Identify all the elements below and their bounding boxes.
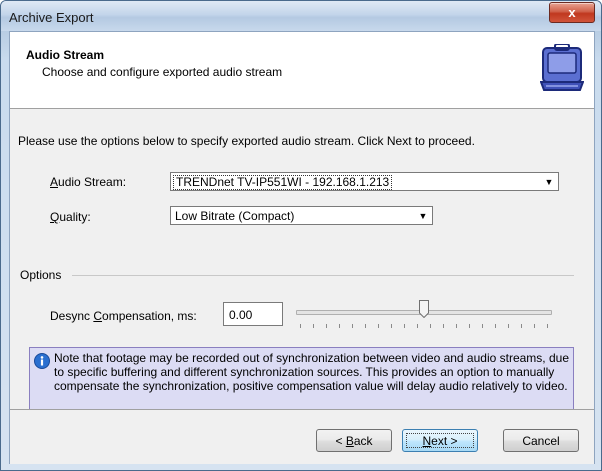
next-label-post: ext > bbox=[431, 433, 458, 448]
audio-stream-mnemonic: A bbox=[50, 175, 59, 189]
audio-stream-value: TRENDnet TV-IP551WI - 192.168.1.213 bbox=[173, 175, 393, 190]
archive-export-window: Archive Export x Audio Stream Choose and… bbox=[0, 0, 602, 471]
quality-value: Low Bitrate (Compact) bbox=[175, 209, 295, 223]
back-mnemonic: B bbox=[345, 433, 354, 448]
desync-mnemonic: C bbox=[93, 309, 103, 323]
back-button[interactable]: < Back bbox=[316, 429, 392, 452]
desync-label-pre: Desync bbox=[50, 309, 94, 323]
back-label-post: ack bbox=[353, 433, 373, 448]
chevron-down-icon[interactable]: ▼ bbox=[543, 174, 555, 189]
wizard-body: Please use the options below to specify … bbox=[10, 109, 594, 417]
desync-label-post: ompensation, ms: bbox=[102, 309, 197, 323]
wizard-footer: < Back Next > Cancel bbox=[10, 409, 594, 464]
audio-stream-label-text: udio Stream: bbox=[58, 175, 127, 189]
back-label-pre: < bbox=[335, 433, 346, 448]
wizard-header: Audio Stream Choose and configure export… bbox=[10, 32, 594, 109]
wizard-client-area: Audio Stream Choose and configure export… bbox=[9, 31, 595, 464]
options-group-title: Options bbox=[20, 268, 62, 282]
desync-slider-thumb[interactable] bbox=[419, 300, 429, 318]
desync-label: Desync Compensation, ms: bbox=[50, 309, 197, 323]
desync-value: 0.00 bbox=[229, 308, 253, 322]
page-subtitle: Choose and configure exported audio stre… bbox=[42, 65, 283, 79]
suitcase-icon bbox=[540, 44, 584, 91]
quality-label-text: uality: bbox=[59, 210, 91, 224]
chevron-down-icon[interactable]: ▼ bbox=[417, 208, 429, 223]
window-title: Archive Export bbox=[9, 10, 94, 25]
audio-stream-label: Audio Stream: bbox=[50, 175, 126, 189]
quality-label: Quality: bbox=[50, 210, 91, 224]
info-note: Note that footage may be recorded out of… bbox=[29, 347, 574, 417]
info-icon bbox=[34, 353, 50, 369]
cancel-button[interactable]: Cancel bbox=[503, 429, 579, 452]
note-text: Note that footage may be recorded out of… bbox=[54, 351, 569, 393]
page-title: Audio Stream bbox=[26, 48, 105, 62]
intro-text: Please use the options below to specify … bbox=[18, 134, 475, 148]
next-button[interactable]: Next > bbox=[402, 429, 478, 452]
quality-mnemonic: Q bbox=[50, 210, 60, 224]
title-bar[interactable]: Archive Export x bbox=[1, 1, 601, 31]
desync-input[interactable]: 0.00 bbox=[223, 302, 283, 326]
next-mnemonic: N bbox=[422, 433, 432, 448]
cancel-label: Cancel bbox=[522, 433, 560, 448]
close-button[interactable]: x bbox=[549, 2, 595, 23]
audio-stream-select[interactable]: TRENDnet TV-IP551WI - 192.168.1.213 ▼ bbox=[170, 172, 559, 191]
slider-ticks bbox=[300, 324, 548, 328]
close-icon: x bbox=[568, 5, 576, 20]
options-divider bbox=[72, 275, 574, 276]
quality-select[interactable]: Low Bitrate (Compact) ▼ bbox=[170, 206, 433, 225]
